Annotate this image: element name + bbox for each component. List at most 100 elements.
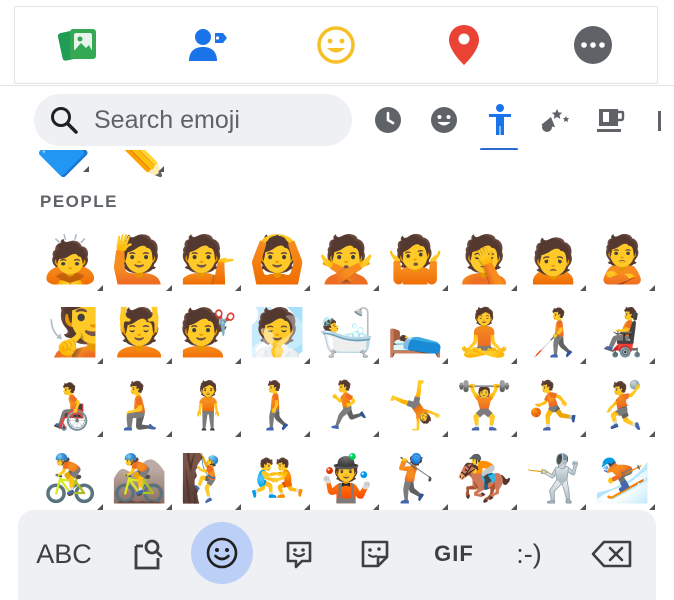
emoji-tab-icon[interactable] [191, 522, 253, 584]
emoji-glyph: 🧖 [248, 304, 307, 359]
emoji-cell[interactable]: 🧍 [174, 368, 243, 441]
emoji-glyph: 🤦 [455, 231, 514, 286]
contacts-icon[interactable] [185, 22, 231, 68]
section-label: PEOPLE [40, 192, 118, 211]
abc-button[interactable]: ABC [30, 526, 98, 582]
objects-icon[interactable] [588, 100, 632, 140]
emoji-search-input[interactable] [92, 104, 336, 136]
emoji-cell[interactable]: 💆 [105, 295, 174, 368]
emoji-search-box[interactable] [34, 94, 352, 146]
emoji-cell[interactable]: 💇 [174, 295, 243, 368]
emoji-cell[interactable]: 🔷 [36, 150, 91, 176]
emoji-glyph: 🤷 [386, 231, 445, 286]
emoticon-button[interactable]: :-) [504, 526, 554, 582]
emoji-cell[interactable]: 🤼 [243, 441, 312, 512]
emoji-cell[interactable]: 🚶 [243, 368, 312, 441]
emoji-cell[interactable]: 🤺 [519, 441, 588, 512]
emoji-glyph: 🧏 [41, 304, 100, 359]
emoji-scroll-area[interactable]: 🔷 ✏️ PEOPLE 🙇 🙋 💁 🙆 🙅 🤷 🤦 🙍 🙎 🧏 💆 💇 🧖 🛀 🛌 🧘 🧑‍🦯 🧑‍🦼 🧑‍🦽 🧎 🧍 🚶… [0, 150, 674, 512]
emoji-glyph: 🏃 [317, 377, 376, 432]
sticker-icon[interactable] [274, 526, 324, 582]
emoji-glyph: 🧘 [455, 304, 514, 359]
emoji-glyph: 🚶 [248, 377, 307, 432]
emoji-cell[interactable]: 🙋 [105, 222, 174, 295]
emoji-icon[interactable] [313, 22, 359, 68]
photos-icon[interactable] [56, 22, 102, 68]
emoji-cell[interactable]: 🏃 [312, 368, 381, 441]
recent-icon[interactable] [366, 100, 410, 140]
emoji-cell[interactable]: 🏋️ [450, 368, 519, 441]
emoji-glyph: 🙍 [524, 231, 583, 286]
emoji-cell[interactable]: 🤾 [588, 368, 657, 441]
app-suggestion-bar [0, 0, 674, 86]
emoji-glyph: 💁 [179, 231, 238, 286]
emoji-glyph: 🧑‍🦯 [524, 304, 583, 359]
smileys-icon[interactable] [422, 100, 466, 140]
emoji-glyph: 🏌️ [386, 450, 445, 505]
emoji-cell[interactable]: 🙎 [588, 222, 657, 295]
emoji-glyph: 🚴 [41, 450, 100, 505]
emoji-glyph: 🤼 [248, 450, 307, 505]
emoji-cell[interactable]: 🛌 [381, 295, 450, 368]
activities-icon[interactable] [532, 100, 576, 140]
symbols-icon[interactable] [640, 100, 670, 140]
emoji-cell[interactable]: 💁 [174, 222, 243, 295]
emoji-glyph: ⛹️ [524, 377, 583, 432]
emoji-glyph: 🤸 [386, 377, 445, 432]
emoji-cell[interactable]: 🚴 [36, 441, 105, 512]
location-icon[interactable] [441, 22, 487, 68]
emoji-glyph: 🙆 [248, 231, 307, 286]
emoji-search-row [0, 94, 674, 151]
emoji-glyph: 🤾 [593, 377, 652, 432]
emoji-cell[interactable]: 🤹 [312, 441, 381, 512]
emoji-glyph: 🧑‍🦽 [41, 377, 100, 432]
emoji-cell[interactable]: 🧖 [243, 295, 312, 368]
emoji-cell[interactable]: 🤸 [381, 368, 450, 441]
emoji-cell[interactable]: 🤦 [450, 222, 519, 295]
emoji-cell[interactable]: 🧘 [450, 295, 519, 368]
emoji-glyph: 💆 [110, 304, 169, 359]
emoji-cell[interactable]: 🧏 [36, 295, 105, 368]
people-icon[interactable] [478, 100, 522, 140]
emoji-glyph: 🙇 [41, 231, 100, 286]
emoji-cell[interactable]: 🙅 [312, 222, 381, 295]
emoji-cell[interactable]: ⛹️ [519, 368, 588, 441]
emoji-glyph: 🚵 [110, 450, 169, 505]
gif-button[interactable]: GIF [426, 526, 482, 582]
emoji-cell[interactable]: 🙆 [243, 222, 312, 295]
search-icon [44, 100, 84, 140]
emoji-cell[interactable]: 🧎 [105, 368, 174, 441]
emoji-glyph: 🏋️ [455, 377, 514, 432]
sticker-clipboard-icon[interactable] [122, 526, 172, 582]
emoji-cell[interactable]: 🧗 [174, 441, 243, 512]
emoji-cell[interactable]: 🏇 [450, 441, 519, 512]
emoji-glyph: ✏️ [110, 150, 166, 179]
emoji-cell[interactable]: 🙇 [36, 222, 105, 295]
emoji-cell[interactable]: 🏌️ [381, 441, 450, 512]
emoji-cell[interactable]: 🙍 [519, 222, 588, 295]
emoji-glyph: 🧗 [179, 450, 238, 505]
emoji-glyph: 🔷 [36, 150, 91, 179]
partial-emoji-row: 🔷 ✏️ [36, 150, 166, 176]
emoji-glyph: 🤺 [524, 450, 583, 505]
emoji-glyph: 🤹 [317, 450, 376, 505]
more-icon[interactable] [570, 22, 616, 68]
emoji-cell[interactable]: 🧑‍🦼 [588, 295, 657, 368]
emoji-cell[interactable]: 🚵 [105, 441, 174, 512]
emoji-glyph: 🧎 [110, 377, 169, 432]
emoji-glyph: 🛌 [386, 304, 445, 359]
emoji-cell[interactable]: 🧑‍🦽 [36, 368, 105, 441]
keyboard-toolbar: ABC GIF :-) [18, 510, 656, 600]
emoji-glyph: ⛷️ [593, 450, 652, 505]
bitmoji-icon[interactable] [350, 526, 400, 582]
emoji-grid: 🙇 🙋 💁 🙆 🙅 🤷 🤦 🙍 🙎 🧏 💆 💇 🧖 🛀 🛌 🧘 🧑‍🦯 🧑‍🦼 🧑‍🦽 🧎 🧍 🚶 🏃 🤸 🏋️ ⛹️ 🤾 🚴 🚵 🧗 🤼 🤹… [36, 222, 656, 512]
emoji-cell[interactable]: ⛷️ [588, 441, 657, 512]
emoji-cell[interactable]: 🤷 [381, 222, 450, 295]
emoji-cell[interactable]: 🧑‍🦯 [519, 295, 588, 368]
emoji-glyph: 🙎 [593, 231, 652, 286]
emoji-glyph: 🙋 [110, 231, 169, 286]
backspace-icon[interactable] [584, 526, 640, 582]
emoji-cell[interactable]: ✏️ [111, 150, 166, 176]
emoji-cell[interactable]: 🛀 [312, 295, 381, 368]
emoji-glyph: 🧑‍🦼 [593, 304, 652, 359]
